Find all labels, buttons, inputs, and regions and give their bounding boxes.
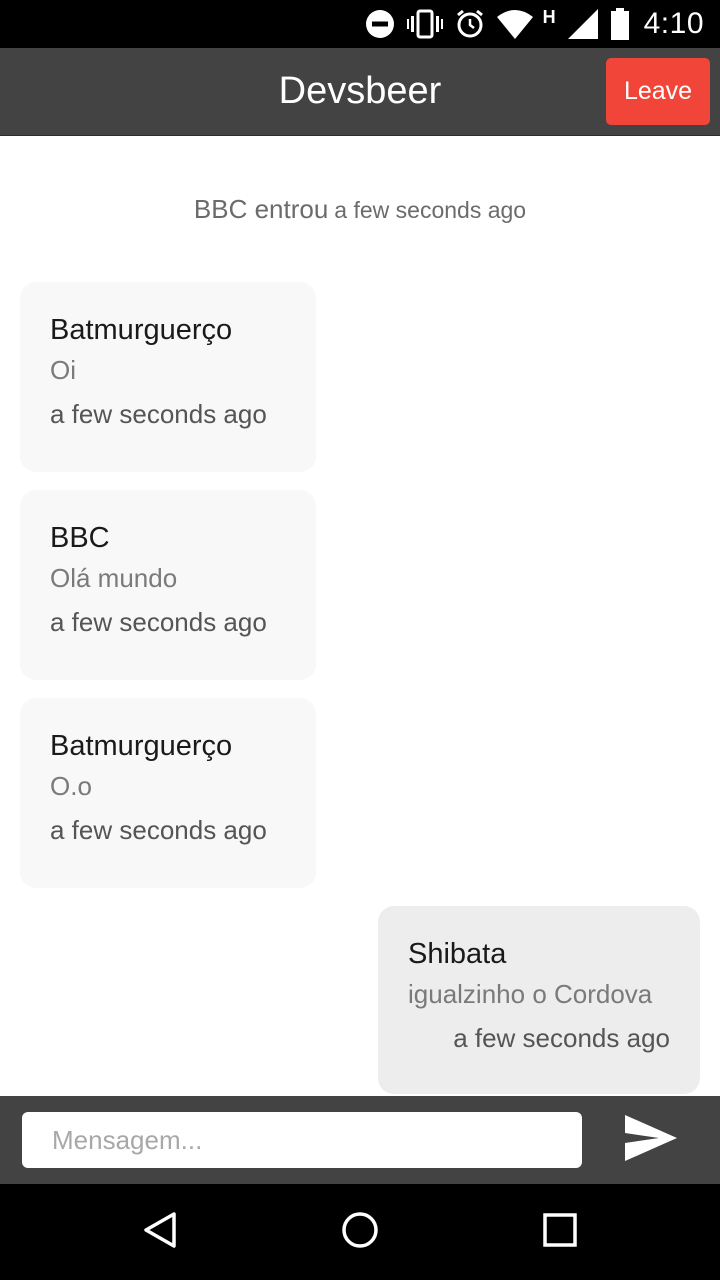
app-bar: Devsbeer Leave bbox=[0, 48, 720, 136]
message-text: Olá mundo bbox=[50, 563, 178, 593]
system-message-text: BBC entrou bbox=[193, 194, 329, 224]
message-bubble-own: Shibata igualzinho o Cordova a few secon… bbox=[378, 906, 700, 1094]
message-input[interactable] bbox=[22, 1112, 582, 1168]
message-author: BBC bbox=[50, 522, 110, 554]
message-composer bbox=[0, 1096, 720, 1184]
back-icon bbox=[140, 1210, 180, 1255]
clock: 4:10 bbox=[643, 7, 704, 40]
do-not-disturb-icon bbox=[365, 0, 395, 48]
alarm-icon bbox=[455, 0, 485, 48]
recents-button[interactable] bbox=[536, 1208, 584, 1256]
message-text: igualzinho o Cordova bbox=[408, 979, 653, 1009]
message-time: a few seconds ago bbox=[453, 1023, 670, 1053]
message-bubble: Batmurguerço Oi a few seconds ago bbox=[20, 282, 316, 472]
message-time: a few seconds ago bbox=[50, 607, 267, 637]
message-author: Batmurguerço bbox=[50, 314, 233, 346]
message-author: Shibata bbox=[408, 938, 507, 970]
battery-icon bbox=[610, 0, 630, 48]
message-time: a few seconds ago bbox=[50, 815, 267, 845]
wifi-icon bbox=[496, 0, 533, 48]
message-time: a few seconds ago bbox=[50, 399, 267, 429]
home-button[interactable] bbox=[336, 1208, 384, 1256]
system-nav-bar bbox=[0, 1184, 720, 1280]
back-button[interactable] bbox=[136, 1208, 184, 1256]
message-author: Batmurguerço bbox=[50, 730, 233, 762]
message-text: O.o bbox=[50, 771, 92, 801]
vibrate-icon bbox=[406, 0, 443, 48]
home-icon bbox=[340, 1210, 380, 1255]
send-icon bbox=[623, 1113, 679, 1168]
message-text: Oi bbox=[50, 355, 76, 385]
system-message-time: a few seconds ago bbox=[334, 197, 527, 223]
network-type-label: H bbox=[542, 6, 556, 27]
system-message: BBC entrou a few seconds ago bbox=[0, 194, 720, 225]
recents-icon bbox=[540, 1210, 580, 1255]
status-bar: H 4:10 bbox=[0, 0, 720, 48]
send-button[interactable] bbox=[620, 1110, 682, 1170]
cell-signal-icon bbox=[567, 0, 598, 48]
message-list[interactable]: BBC entrou a few seconds ago Batmurguerço… bbox=[0, 136, 720, 1096]
message-bubble: Batmurguerço O.o a few seconds ago bbox=[20, 698, 316, 888]
leave-button[interactable]: Leave bbox=[606, 58, 710, 125]
message-bubble: BBC Olá mundo a few seconds ago bbox=[20, 490, 316, 680]
